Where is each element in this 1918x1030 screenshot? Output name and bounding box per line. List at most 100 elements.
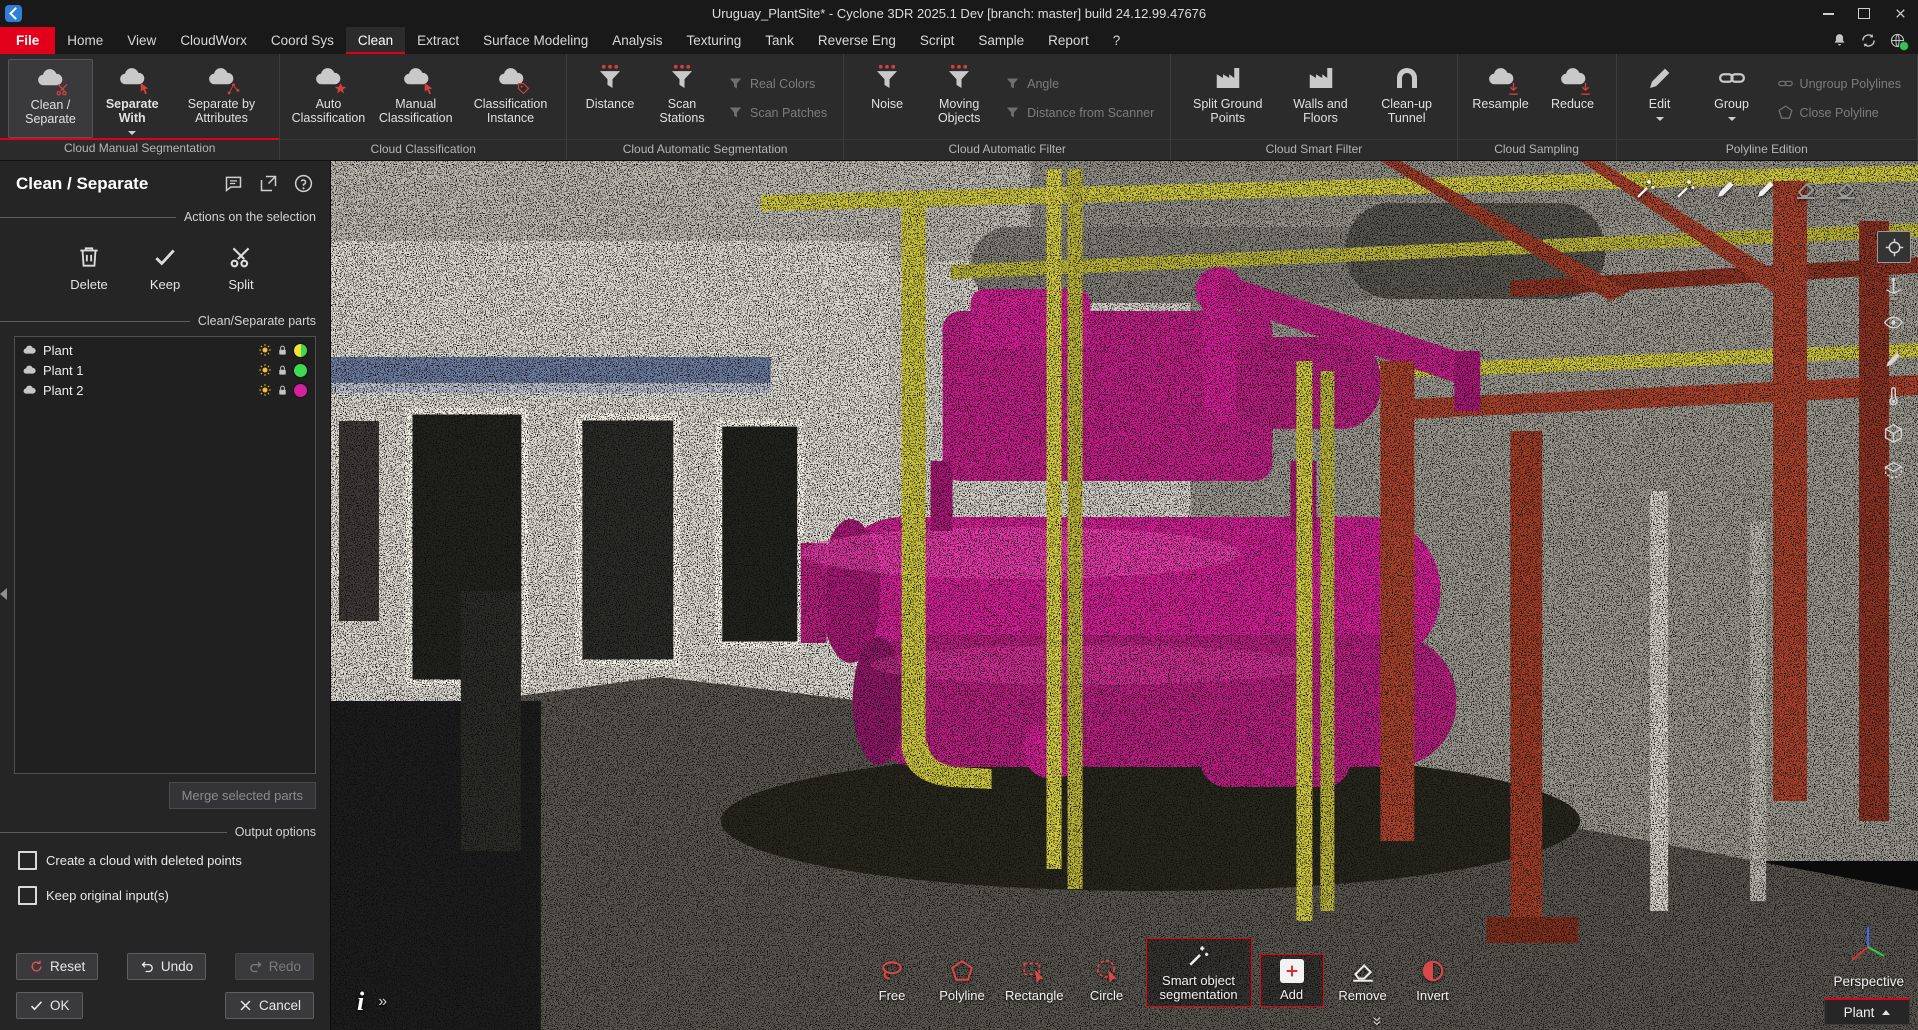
- add-to-selection-button[interactable]: Add: [1260, 954, 1324, 1007]
- chevron-down-icon: [1656, 117, 1664, 121]
- clean-separate-button[interactable]: Clean / Separate: [8, 59, 93, 138]
- maximize-button[interactable]: [1846, 0, 1882, 27]
- smart-object-segmentation-button[interactable]: Smart object segmentation: [1146, 938, 1252, 1007]
- circle-selection-button[interactable]: Circle: [1076, 954, 1138, 1007]
- free-selection-button[interactable]: Free: [861, 954, 923, 1007]
- tab-reverse-eng[interactable]: Reverse Eng: [806, 27, 908, 54]
- split-button[interactable]: Split: [210, 236, 272, 296]
- panel-collapse-arrow[interactable]: [0, 588, 7, 600]
- reset-button[interactable]: Reset: [16, 953, 98, 980]
- part-color-dot[interactable]: [293, 363, 308, 378]
- tab-coord-sys[interactable]: Coord Sys: [259, 27, 346, 54]
- invert-selection-button[interactable]: Invert: [1402, 954, 1464, 1007]
- tab-sample[interactable]: Sample: [966, 27, 1036, 54]
- tab-report[interactable]: Report: [1036, 27, 1101, 54]
- keep-button[interactable]: Keep: [134, 236, 196, 296]
- info-expand-chevron[interactable]: »: [378, 993, 387, 1011]
- rectangle-selection-button[interactable]: Rectangle: [1001, 954, 1068, 1007]
- tab-help[interactable]: ?: [1101, 27, 1133, 54]
- paint-remove-icon[interactable]: [1754, 177, 1778, 201]
- lock-icon[interactable]: [276, 344, 289, 357]
- separate-with-button[interactable]: Separate With: [95, 59, 170, 138]
- resample-button[interactable]: Resample: [1466, 59, 1536, 139]
- lock-icon[interactable]: [276, 384, 289, 397]
- edit-polyline-button[interactable]: Edit: [1625, 59, 1695, 139]
- moving-objects-button[interactable]: Moving Objects: [924, 59, 994, 139]
- tab-home[interactable]: Home: [55, 27, 115, 54]
- star-icon: [333, 81, 348, 96]
- camera-view-tool[interactable]: [1877, 307, 1909, 337]
- info-icon[interactable]: i: [357, 987, 364, 1017]
- keep-original-inputs-checkbox[interactable]: Keep original input(s): [18, 886, 312, 905]
- axes-tool[interactable]: [1877, 270, 1909, 300]
- pick-center-tool[interactable]: [1877, 231, 1911, 263]
- plus-icon: [1284, 963, 1300, 979]
- tab-file[interactable]: File: [0, 27, 55, 54]
- walls-and-floors-button[interactable]: Walls and Floors: [1278, 59, 1363, 139]
- visibility-sun-icon[interactable]: [258, 383, 272, 397]
- tab-surface-modeling[interactable]: Surface Modeling: [471, 27, 600, 54]
- list-item-plant-2[interactable]: Plant 2: [15, 380, 315, 400]
- panel-title: Clean / Separate: [16, 174, 148, 194]
- connection-status[interactable]: [1889, 32, 1906, 49]
- erase-area-icon[interactable]: [1794, 177, 1818, 201]
- sync-icon[interactable]: [1860, 32, 1877, 49]
- noise-button[interactable]: Noise: [852, 59, 922, 139]
- list-item-plant-1[interactable]: Plant 1: [15, 360, 315, 380]
- smart-brush-remove-icon[interactable]: [1674, 177, 1698, 201]
- split-ground-points-button[interactable]: Split Ground Points: [1179, 59, 1276, 139]
- feedback-icon[interactable]: [223, 173, 244, 194]
- section-box-tool[interactable]: [1877, 455, 1909, 485]
- tab-tank[interactable]: Tank: [753, 27, 806, 54]
- viewport-3d[interactable]: Free Polyline Rectangle Circle Smart obj…: [331, 161, 1918, 1030]
- visibility-sun-icon[interactable]: [258, 363, 272, 377]
- checkbox-box[interactable]: [18, 886, 37, 905]
- clean-up-tunnel-button[interactable]: Clean-up Tunnel: [1365, 59, 1449, 139]
- visibility-sun-icon[interactable]: [258, 343, 272, 357]
- list-item-plant[interactable]: Plant: [15, 340, 315, 360]
- classification-instance-button[interactable]: Classification Instance: [463, 59, 558, 139]
- parts-list[interactable]: Plant Plant 1: [14, 336, 316, 774]
- projection-mode-label[interactable]: Perspective: [1833, 974, 1904, 989]
- ok-button[interactable]: OK: [16, 992, 83, 1019]
- scan-stations-button[interactable]: Scan Stations: [647, 59, 717, 139]
- close-button[interactable]: [1882, 0, 1918, 27]
- tab-script[interactable]: Script: [908, 27, 967, 54]
- markup-tool[interactable]: [1877, 344, 1909, 374]
- tab-texturing[interactable]: Texturing: [675, 27, 754, 54]
- part-color-dot[interactable]: [293, 383, 308, 398]
- paint-add-icon[interactable]: [1714, 177, 1738, 201]
- tab-cloudworx[interactable]: CloudWorx: [168, 27, 259, 54]
- manual-classification-button[interactable]: Manual Classification: [370, 59, 461, 139]
- tab-extract[interactable]: Extract: [405, 27, 471, 54]
- smart-brush-add-icon[interactable]: [1634, 177, 1658, 201]
- level-tool[interactable]: [1877, 381, 1909, 411]
- minimize-button[interactable]: [1810, 0, 1846, 27]
- polyline-selection-button[interactable]: Polyline: [931, 954, 993, 1007]
- separate-by-attributes-button[interactable]: Separate by Attributes: [171, 59, 271, 138]
- checkbox-box[interactable]: [18, 851, 37, 870]
- cube-view-tool[interactable]: [1877, 418, 1909, 448]
- create-cloud-deleted-points-checkbox[interactable]: Create a cloud with deleted points: [18, 851, 312, 870]
- active-cloud-selector[interactable]: Plant: [1824, 998, 1910, 1025]
- tab-view[interactable]: View: [115, 27, 168, 54]
- part-color-dot[interactable]: [293, 343, 308, 358]
- lock-icon[interactable]: [276, 364, 289, 377]
- cancel-button[interactable]: Cancel: [225, 992, 314, 1019]
- delete-button[interactable]: Delete: [58, 236, 120, 296]
- help-icon[interactable]: [293, 173, 314, 194]
- toolbar-expand-chevron[interactable]: »: [1368, 1016, 1388, 1025]
- auto-classification-button[interactable]: Auto Classification: [288, 59, 368, 139]
- detach-panel-icon[interactable]: [258, 173, 279, 194]
- group-polyline-button[interactable]: Group: [1697, 59, 1767, 139]
- erase-all-icon[interactable]: [1834, 177, 1858, 201]
- undo-button[interactable]: Undo: [127, 953, 206, 980]
- group-label: Polyline Edition: [1617, 139, 1917, 160]
- remove-from-selection-button[interactable]: Remove: [1332, 954, 1394, 1007]
- notifications-bell-icon[interactable]: [1831, 32, 1848, 49]
- reduce-button[interactable]: Reduce: [1538, 59, 1608, 139]
- check-icon: [29, 998, 44, 1013]
- tab-analysis[interactable]: Analysis: [600, 27, 674, 54]
- tab-clean[interactable]: Clean: [346, 27, 405, 54]
- distance-button[interactable]: Distance: [575, 59, 645, 139]
